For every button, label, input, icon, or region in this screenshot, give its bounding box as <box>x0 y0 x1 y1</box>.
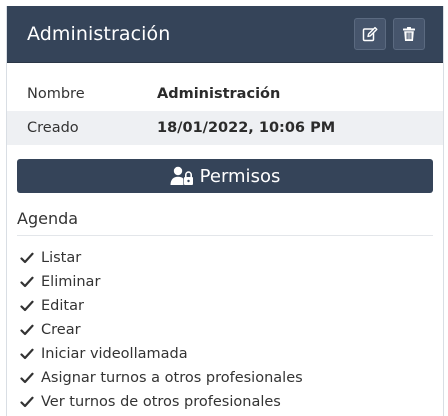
delete-button[interactable] <box>393 18 425 50</box>
list-item: Crear <box>20 318 443 342</box>
edit-button[interactable] <box>354 18 386 50</box>
info-value: 18/01/2022, 10:06 PM <box>157 120 336 136</box>
permissions-heading: Permisos <box>199 165 281 187</box>
check-icon <box>20 372 34 384</box>
info-row-created: Creado 18/01/2022, 10:06 PM <box>7 111 443 145</box>
check-icon <box>20 252 34 264</box>
section-title-agenda: Agenda <box>17 209 433 236</box>
info-row-name: Nombre Administración <box>7 77 443 111</box>
trash-icon <box>403 27 415 41</box>
check-icon <box>20 396 34 408</box>
check-icon <box>20 348 34 360</box>
list-item: Ver turnos de otros profesionales <box>20 390 443 414</box>
info-value: Administración <box>157 86 281 102</box>
panel-title: Administración <box>27 23 171 45</box>
permissions-heading-bar: Permisos <box>17 159 433 193</box>
permission-label: Crear <box>41 322 81 338</box>
permission-label: Listar <box>41 250 82 266</box>
info-table: Nombre Administración Creado 18/01/2022,… <box>7 77 443 145</box>
check-icon <box>20 300 34 312</box>
permission-label: Editar <box>41 298 84 314</box>
check-icon <box>20 276 34 288</box>
permission-label: Iniciar videollamada <box>41 346 188 362</box>
role-detail-panel: Administración Nombre Administración Cre… <box>6 6 444 416</box>
list-item: Eliminar <box>20 270 443 294</box>
list-item: Asignar turnos a otros profesionales <box>20 366 443 390</box>
permission-label: Asignar turnos a otros profesionales <box>41 370 303 386</box>
header-actions <box>354 18 425 50</box>
info-label: Creado <box>27 120 79 136</box>
edit-icon <box>362 26 378 42</box>
list-item: Editar <box>20 294 443 318</box>
list-item: Iniciar videollamada <box>20 342 443 366</box>
check-icon <box>20 324 34 336</box>
permission-label: Eliminar <box>41 274 101 290</box>
user-lock-icon <box>170 166 193 185</box>
panel-header: Administración <box>7 6 443 63</box>
permission-list: Listar Eliminar Editar Crear Iniciar vid… <box>7 246 443 414</box>
info-label: Nombre <box>27 86 85 102</box>
list-item: Listar <box>20 246 443 270</box>
permission-label: Ver turnos de otros profesionales <box>41 394 281 410</box>
